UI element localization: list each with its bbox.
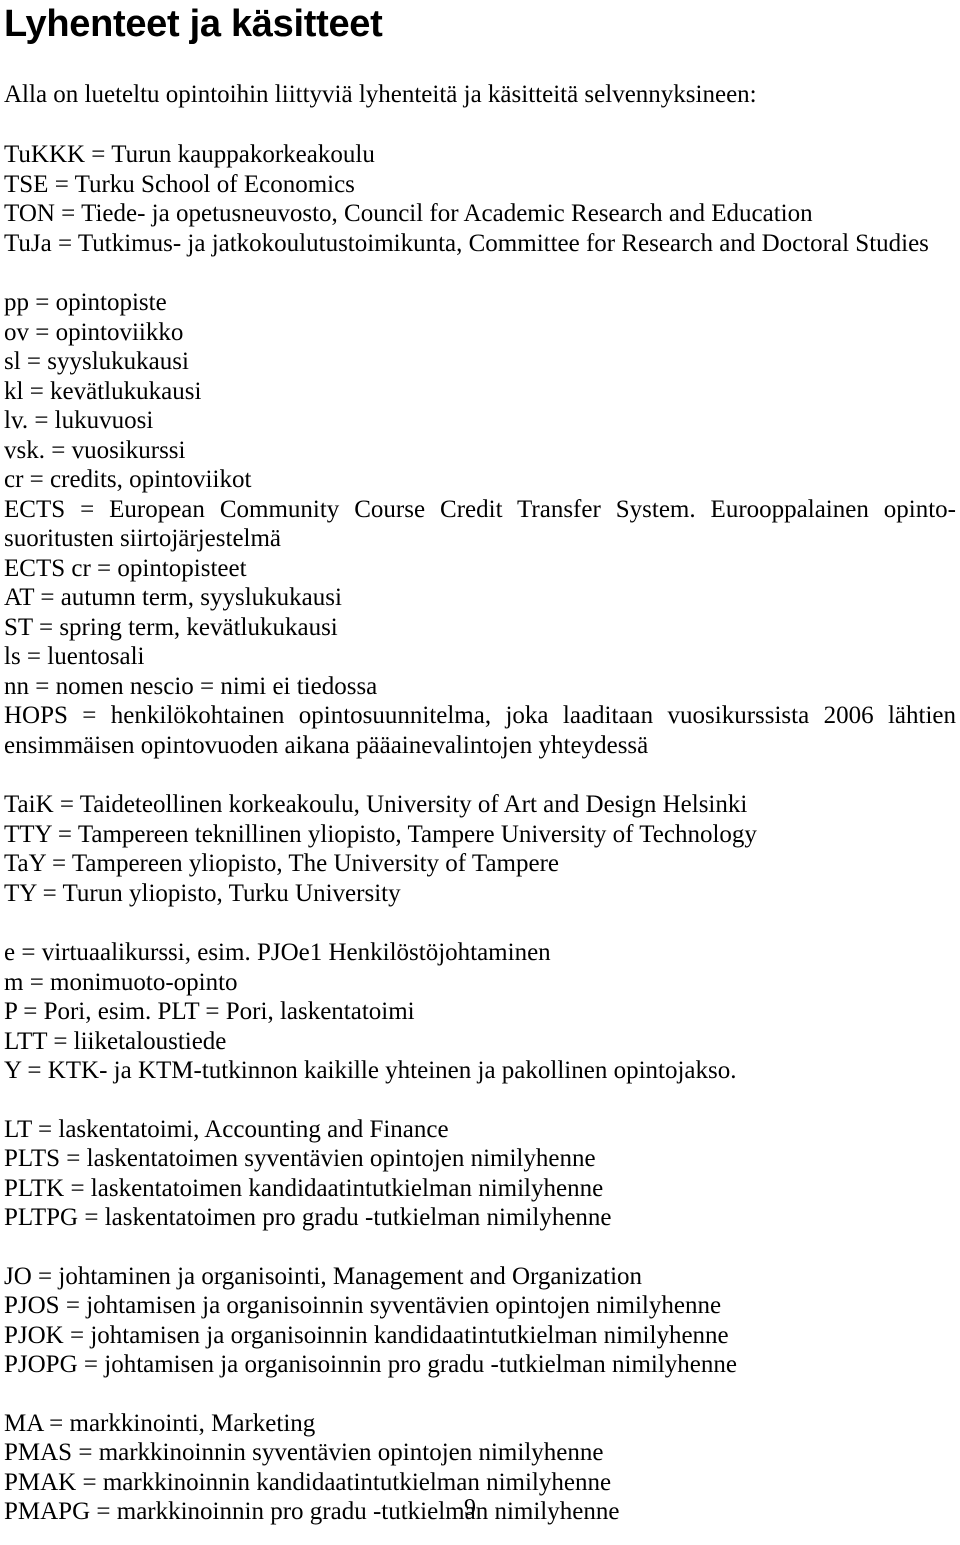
intro-paragraph: Alla on lueteltu opintoihin liittyviä ly… <box>4 81 757 108</box>
abbrev-line: TON = Tiede- ja opetusneuvosto, Council … <box>4 200 813 227</box>
abbrev-line: TaY = Tampereen yliopisto, The Universit… <box>4 850 560 877</box>
abbrev-line: vsk. = vuosikurssi <box>4 436 186 464</box>
page-number: 9 <box>464 1495 476 1521</box>
abbrev-line: PJOK = johtamisen ja organisoinnin kandi… <box>4 1321 729 1349</box>
hops-paragraph: HOPS = henkilökohtainen opintosuunnitelm… <box>4 701 956 760</box>
abbrev-line: PLTK = laskentatoimen kandidaatintutkiel… <box>4 1174 604 1202</box>
abbrev-line: PJOPG = johtamisen ja organisoinnin pro … <box>4 1351 737 1378</box>
abbrev-line: TTY = Tampereen teknillinen yliopisto, T… <box>4 820 757 848</box>
abbrev-line: e = virtuaalikurssi, esim. PJOe1 Henkilö… <box>4 939 551 966</box>
hops-line-2: ensimmäisen opintovuoden aikana pääainev… <box>4 731 649 759</box>
abbrev-line: ECTS cr = opintopisteet <box>4 554 247 582</box>
abbrev-line: PJOS = johtamisen ja organisoinnin syven… <box>4 1292 722 1319</box>
abbrev-block-terms: ECTS cr = opintopisteet AT = autumn term… <box>4 554 956 702</box>
abbrev-line: Y = KTK- ja KTM-tutkinnon kaikille yhtei… <box>4 1057 737 1084</box>
abbrev-line: MA = markkinointi, Marketing <box>4 1409 316 1437</box>
abbrev-line: lv. = lukuvuosi <box>4 407 154 434</box>
ects-paragraph: ECTS = European Community Course Credit … <box>4 495 956 554</box>
abbrev-block-universities: TaiK = Taideteollinen korkeakoulu, Unive… <box>4 760 956 908</box>
ects-line-2: suoritusten siirtojärjestelmä <box>4 525 282 552</box>
abbrev-line: P = Pori, esim. PLT = Pori, laskentatoim… <box>4 998 415 1025</box>
abbrev-block-course-markers: e = virtuaalikurssi, esim. PJOe1 Henkilö… <box>4 908 956 1086</box>
abbrev-line: LT = laskentatoimi, Accounting and Finan… <box>4 1115 449 1143</box>
abbrev-line: sl = syyslukukausi <box>4 348 189 375</box>
abbrev-line: pp = opintopiste <box>4 289 167 316</box>
abbrev-line: kl = kevätlukukausi <box>4 377 202 405</box>
ects-line-1: ECTS = European Community Course Credit … <box>4 495 956 523</box>
abbrev-line: TY = Turun yliopisto, Turku University <box>4 879 401 907</box>
page-title: Lyhenteet ja käsitteet <box>4 3 383 45</box>
abbrev-line: JO = johtaminen ja organisointi, Managem… <box>4 1262 643 1290</box>
hops-line-1: HOPS = henkilökohtainen opintosuunnitelm… <box>4 702 956 729</box>
abbrev-line: TuJa = Tutkimus- ja jatkokoulutustoimiku… <box>4 229 929 257</box>
abbrev-line: PMAK = markkinoinnin kandidaatintutkielm… <box>4 1468 612 1496</box>
abbrev-line: nn = nomen nescio = nimi ei tiedossa <box>4 672 378 700</box>
abbrev-line: PLTS = laskentatoimen syventävien opinto… <box>4 1145 596 1172</box>
abbrev-line: PMAS = markkinoinnin syventävien opintoj… <box>4 1439 604 1466</box>
document-page: Lyhenteet ja käsitteet Alla on lueteltu … <box>0 0 960 1545</box>
abbrev-line: TSE = Turku School of Economics <box>4 170 355 198</box>
abbrev-block-institutions: TuKKK = Turun kauppakorkeakoulu TSE = Tu… <box>4 110 956 258</box>
abbrev-line: cr = credits, opintoviikot <box>4 466 252 493</box>
abbrev-line: PLTPG = laskentatoimen pro gradu -tutkie… <box>4 1204 612 1231</box>
abbrev-line: TaiK = Taideteollinen korkeakoulu, Unive… <box>4 791 748 818</box>
abbrev-line: TuKKK = Turun kauppakorkeakoulu <box>4 141 375 168</box>
abbrev-line: LTT = liiketaloustiede <box>4 1027 227 1055</box>
abbrev-block-accounting: LT = laskentatoimi, Accounting and Finan… <box>4 1086 956 1233</box>
abbrev-line: ST = spring term, kevätlukukausi <box>4 613 338 641</box>
abbrev-line: ls = luentosali <box>4 643 145 670</box>
abbrev-line: AT = autumn term, syyslukukausi <box>4 584 342 611</box>
abbrev-line: m = monimuoto-opinto <box>4 968 238 996</box>
abbrev-block-management: JO = johtaminen ja organisointi, Managem… <box>4 1233 956 1380</box>
abbrev-block-study-units: pp = opintopiste ov = opintoviikko sl = … <box>4 258 956 495</box>
abbrev-line: ov = opintoviikko <box>4 318 184 346</box>
